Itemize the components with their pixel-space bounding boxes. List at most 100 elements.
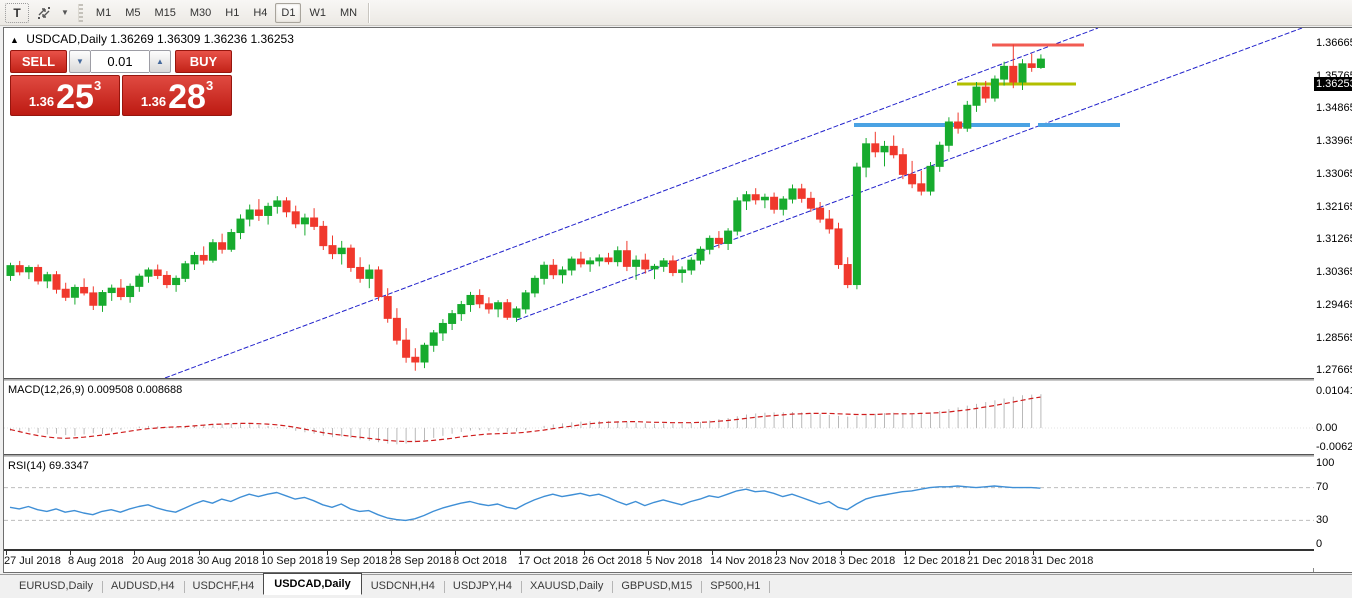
candle[interactable] [338, 241, 345, 265]
candle[interactable] [329, 235, 336, 259]
candle[interactable] [890, 135, 897, 158]
candle[interactable] [568, 257, 575, 276]
chart-tab-eurusd[interactable]: EURUSD,Daily [10, 577, 102, 595]
candle[interactable] [71, 285, 78, 305]
candle[interactable] [265, 203, 272, 225]
candle[interactable] [35, 265, 42, 285]
candle[interactable] [127, 283, 134, 302]
chart-tab-usdcnh[interactable]: USDCNH,H4 [362, 577, 444, 595]
candle[interactable] [163, 271, 170, 288]
candle[interactable] [872, 132, 879, 157]
candle[interactable] [81, 278, 88, 295]
candle[interactable] [292, 206, 299, 229]
bid-quote-box[interactable]: 1.36 25 3 [10, 75, 120, 116]
candle[interactable] [485, 297, 492, 313]
candle[interactable] [246, 205, 253, 227]
price-chart-pane[interactable]: ▲ USDCAD,Daily 1.36269 1.36309 1.36236 1… [4, 28, 1314, 378]
macd-pane[interactable]: MACD(12,26,9) 0.009508 0.008688 [4, 381, 1314, 454]
text-tool-button[interactable]: T [5, 3, 29, 23]
candle[interactable] [623, 241, 630, 271]
candle[interactable] [209, 239, 216, 263]
candle[interactable] [909, 161, 916, 188]
candle[interactable] [200, 246, 207, 264]
candle[interactable] [145, 267, 152, 282]
candle[interactable] [393, 308, 400, 344]
volume-decrease-button[interactable]: ▼ [69, 50, 91, 73]
candle[interactable] [651, 264, 658, 279]
candle[interactable] [863, 138, 870, 177]
candle[interactable] [550, 259, 557, 279]
candle[interactable] [669, 255, 676, 276]
candle[interactable] [559, 266, 566, 283]
candle[interactable] [476, 289, 483, 308]
candle[interactable] [826, 210, 833, 234]
candle[interactable] [173, 275, 180, 291]
chart-tab-usdjpy[interactable]: USDJPY,H4 [444, 577, 521, 595]
arrows-tool-icon[interactable] [31, 3, 57, 23]
trend-channel-upper-line[interactable] [165, 28, 1098, 378]
time-axis[interactable]: 27 Jul 20188 Aug 201820 Aug 201830 Aug 2… [4, 549, 1314, 568]
candle[interactable] [44, 272, 51, 288]
volume-input[interactable]: 0.01 [91, 50, 149, 73]
candle[interactable] [706, 235, 713, 254]
candle[interactable] [274, 196, 281, 213]
candle[interactable] [660, 258, 667, 272]
candle[interactable] [53, 271, 60, 294]
candle[interactable] [136, 274, 143, 292]
timeframe-button-m15[interactable]: M15 [148, 3, 181, 23]
macd-axis[interactable]: 0.0104120.00-0.006215 [1314, 381, 1352, 454]
candle[interactable] [771, 193, 778, 214]
candle[interactable] [780, 196, 787, 215]
macd-chart[interactable] [4, 381, 1314, 454]
candle[interactable] [881, 141, 888, 166]
candle[interactable] [734, 197, 741, 235]
candle[interactable] [1028, 54, 1035, 72]
candle[interactable] [301, 214, 308, 236]
ask-quote-box[interactable]: 1.36 28 3 [122, 75, 232, 116]
price-axis-column[interactable]: 1.366651.357651.348651.339651.330651.321… [1314, 28, 1352, 572]
candle[interactable] [1010, 45, 1017, 89]
timeframe-button-m30[interactable]: M30 [184, 3, 217, 23]
candle[interactable] [541, 262, 548, 285]
rsi-pane[interactable]: RSI(14) 69.3347 [4, 457, 1314, 549]
candle[interactable] [182, 261, 189, 282]
candle[interactable] [412, 348, 419, 371]
timeframe-button-mn[interactable]: MN [334, 3, 363, 23]
candle[interactable] [955, 113, 962, 134]
toolbar-grip[interactable] [78, 4, 83, 22]
timeframe-button-w1[interactable]: W1 [303, 3, 332, 23]
candle[interactable] [357, 257, 364, 282]
timeframe-button-m1[interactable]: M1 [90, 3, 117, 23]
candle[interactable] [25, 265, 32, 279]
candle[interactable] [403, 328, 410, 363]
candle[interactable] [495, 300, 502, 317]
candle[interactable] [531, 275, 538, 297]
candle[interactable] [973, 82, 980, 112]
timeframe-button-h4[interactable]: H4 [247, 3, 273, 23]
candle[interactable] [936, 142, 943, 172]
arrows-dropdown-caret[interactable]: ▼ [58, 8, 72, 17]
candle[interactable] [421, 343, 428, 368]
candle[interactable] [7, 263, 14, 281]
candle[interactable] [761, 194, 768, 209]
candle[interactable] [237, 214, 244, 239]
candle[interactable] [311, 208, 318, 230]
candle[interactable] [927, 162, 934, 195]
rsi-chart[interactable] [4, 457, 1314, 549]
candle[interactable] [62, 283, 69, 301]
candle[interactable] [577, 252, 584, 268]
timeframe-button-d1[interactable]: D1 [275, 3, 301, 23]
buy-button[interactable]: BUY [175, 50, 232, 73]
candle[interactable] [587, 257, 594, 272]
candle[interactable] [439, 319, 446, 341]
price-axis[interactable]: 1.366651.357651.348651.339651.330651.321… [1314, 28, 1352, 378]
candle[interactable] [430, 330, 437, 352]
sell-button[interactable]: SELL [10, 50, 67, 73]
rsi-axis[interactable]: 10070300 [1314, 457, 1352, 549]
candle[interactable] [16, 261, 23, 276]
candle[interactable] [945, 117, 952, 152]
candle[interactable] [219, 234, 226, 254]
chart-tab-xauusd[interactable]: XAUUSD,Daily [521, 577, 612, 595]
candle[interactable] [154, 265, 161, 280]
candle[interactable] [255, 199, 262, 221]
